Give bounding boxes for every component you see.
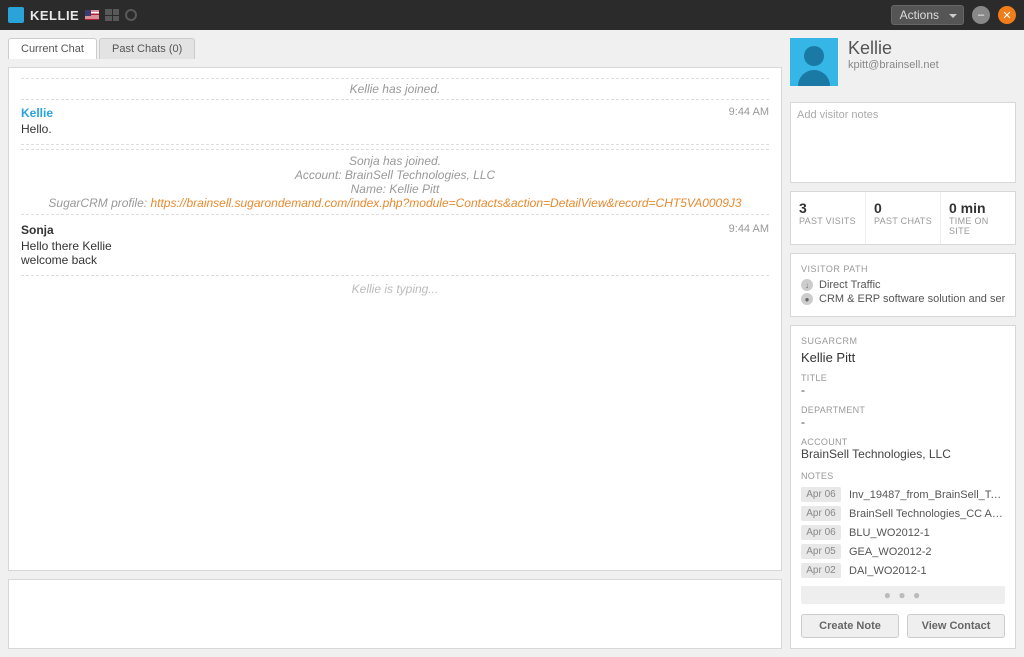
message-time: 9:44 AM <box>729 106 769 120</box>
windows-icon <box>105 9 119 21</box>
visitor-stats: 3 PAST VISITS 0 PAST CHATS 0 min TIME ON… <box>790 191 1016 245</box>
system-profile: SugarCRM profile: https://brainsell.suga… <box>21 196 769 210</box>
system-block: Sonja has joined. Account: BrainSell Tec… <box>21 149 769 215</box>
system-joined-1: Kellie has joined. <box>21 78 769 100</box>
app-icon <box>8 7 24 23</box>
view-contact-button[interactable]: View Contact <box>907 614 1005 638</box>
create-note-button[interactable]: Create Note <box>801 614 899 638</box>
visitor-path-title: VISITOR PATH <box>801 264 1005 274</box>
top-bar: KELLIE Actions – ✕ <box>0 0 1024 30</box>
chat-tabs: Current Chat Past Chats (0) <box>8 38 782 59</box>
system-joined-2: Sonja has joined. <box>21 154 769 168</box>
note-row[interactable]: Apr 06BrainSell Technologies_CC AUTH <box>801 506 1005 521</box>
crm-department-value: - <box>801 415 1005 429</box>
message-body: Hello there Kellie welcome back <box>21 239 769 267</box>
path-item[interactable]: ●CRM & ERP software solution and servic.… <box>801 292 1005 306</box>
chat-input[interactable] <box>8 579 782 649</box>
note-row[interactable]: Apr 06BLU_WO2012-1 <box>801 525 1005 540</box>
crm-notes-list: Apr 06Inv_19487_from_BrainSell_Tech... A… <box>801 487 1005 604</box>
stat-past-visits: 3 PAST VISITS <box>791 192 866 244</box>
page-icon: ● <box>801 293 813 305</box>
minimize-button[interactable]: – <box>972 6 990 24</box>
visitor-name: Kellie <box>848 38 939 59</box>
crm-account-value: BrainSell Technologies, LLC <box>801 447 1005 461</box>
avatar <box>790 38 838 86</box>
crm-contact-name: Kellie Pitt <box>801 350 1005 365</box>
sugarcrm-profile-link[interactable]: https://brainsell.sugarondemand.com/inde… <box>150 196 741 210</box>
close-button[interactable]: ✕ <box>998 6 1016 24</box>
sugarcrm-card: SUGARCRM Kellie Pitt TITLE - DEPARTMENT … <box>790 325 1016 649</box>
message-time: 9:44 AM <box>729 223 769 237</box>
chat-transcript: Kellie has joined. Kellie 9:44 AM Hello.… <box>8 67 782 571</box>
typing-indicator: Kellie is typing... <box>21 276 769 302</box>
stat-time-on-site: 0 min TIME ON SITE <box>941 192 1015 244</box>
note-row[interactable]: Apr 02DAI_WO2012-1 <box>801 563 1005 578</box>
chat-message: Sonja 9:44 AM Hello there Kellie welcome… <box>21 219 769 276</box>
visitor-notes-input[interactable]: Add visitor notes <box>790 102 1016 183</box>
visitor-header: Kellie kpitt@brainsell.net <box>790 38 1016 94</box>
message-sender: Kellie <box>21 106 53 120</box>
note-row[interactable]: Apr 05GEA_WO2012-2 <box>801 544 1005 559</box>
note-row[interactable]: Apr 06Inv_19487_from_BrainSell_Tech... <box>801 487 1005 502</box>
system-account: Account: BrainSell Technologies, LLC <box>21 168 769 182</box>
crm-title-value: - <box>801 383 1005 397</box>
message-sender: Sonja <box>21 223 54 237</box>
more-notes-button[interactable]: ● ● ● <box>801 586 1005 604</box>
sugarcrm-title: SUGARCRM <box>801 336 1005 346</box>
flag-us-icon <box>85 10 99 20</box>
path-item[interactable]: ↓Direct Traffic <box>801 278 1005 292</box>
browser-icon <box>125 9 137 21</box>
visitor-path-card: VISITOR PATH ↓Direct Traffic ●CRM & ERP … <box>790 253 1016 317</box>
stat-past-chats: 0 PAST CHATS <box>866 192 941 244</box>
app-title: KELLIE <box>30 8 79 23</box>
chat-message: Kellie 9:44 AM Hello. <box>21 102 769 145</box>
entry-icon: ↓ <box>801 279 813 291</box>
message-body: Hello. <box>21 122 769 136</box>
tab-current-chat[interactable]: Current Chat <box>8 38 97 59</box>
actions-label: Actions <box>900 8 939 22</box>
tab-past-chats[interactable]: Past Chats (0) <box>99 38 195 59</box>
visitor-email: kpitt@brainsell.net <box>848 59 939 71</box>
system-name: Name: Kellie Pitt <box>21 182 769 196</box>
actions-dropdown[interactable]: Actions <box>891 5 964 25</box>
